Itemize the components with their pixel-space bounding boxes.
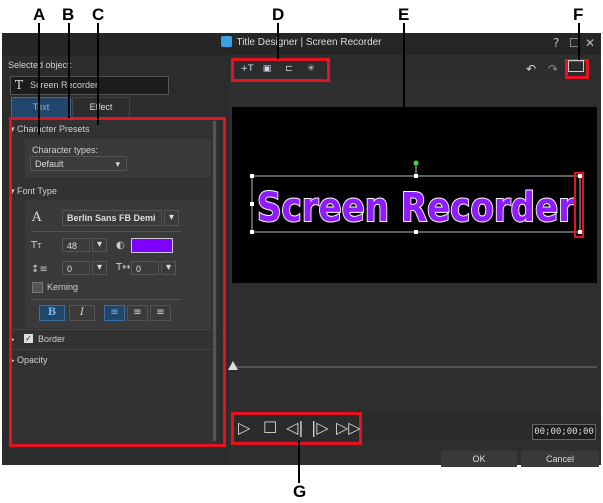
play-icon: ▷ bbox=[238, 418, 251, 437]
highlight-e-marker bbox=[574, 172, 584, 238]
callout-line-c bbox=[97, 23, 99, 125]
window-title-text: Title Designer | Screen Recorder bbox=[236, 37, 382, 48]
callout-f: F bbox=[573, 5, 584, 24]
undo-icon[interactable]: ↶ bbox=[522, 62, 540, 76]
text-object-icon: T bbox=[15, 78, 24, 92]
insert-particle-icon[interactable]: ⊏ bbox=[280, 62, 298, 76]
next-frame-button[interactable]: |▷ bbox=[311, 418, 329, 437]
callout-e: E bbox=[398, 5, 410, 24]
next-frame-icon: |▷ bbox=[311, 418, 329, 437]
callout-line-b bbox=[68, 23, 70, 118]
close-button[interactable]: ✕ bbox=[585, 36, 595, 50]
resize-handle[interactable] bbox=[250, 230, 254, 234]
tab-effect[interactable]: Effect bbox=[72, 97, 130, 118]
callout-c: C bbox=[92, 5, 105, 24]
callout-d: D bbox=[272, 5, 285, 24]
fast-forward-button[interactable]: ▷▷ bbox=[336, 418, 361, 437]
fast-forward-icon: ▷▷ bbox=[336, 418, 361, 437]
ok-button[interactable]: OK bbox=[441, 451, 517, 467]
app-logo-icon bbox=[221, 36, 233, 47]
title-text-object[interactable]: Screen Recorder bbox=[256, 184, 576, 232]
timeline-track[interactable] bbox=[232, 366, 597, 368]
callout-line-f bbox=[578, 23, 580, 60]
tab-text[interactable]: Text bbox=[11, 97, 71, 118]
resize-handle[interactable] bbox=[250, 202, 254, 206]
timecode-display[interactable]: 00;00;00;00 bbox=[532, 424, 596, 440]
play-button[interactable]: ▷ bbox=[238, 418, 250, 437]
redo-icon[interactable]: ↷ bbox=[544, 62, 562, 76]
callout-line-d bbox=[277, 23, 279, 59]
highlight-b-box bbox=[9, 117, 226, 447]
callout-line-a bbox=[38, 23, 40, 135]
rotate-handle[interactable] bbox=[413, 160, 419, 166]
selected-object-label: Selected object: bbox=[8, 60, 73, 70]
safe-zone-icon[interactable] bbox=[568, 60, 584, 72]
callout-a: A bbox=[33, 5, 46, 24]
insert-image-icon[interactable]: ▣ bbox=[258, 62, 276, 76]
resize-handle[interactable] bbox=[250, 174, 254, 178]
insert-text-icon[interactable]: +T bbox=[238, 62, 256, 76]
previous-frame-button[interactable]: ◁| bbox=[286, 418, 304, 437]
timeline-slider-handle[interactable] bbox=[228, 361, 238, 370]
callout-b: B bbox=[62, 5, 75, 24]
preview-window: Screen Recorder bbox=[232, 107, 597, 283]
window-title: Title Designer | Screen Recorder bbox=[2, 36, 601, 48]
selected-object-field[interactable]: T Screen Recorder bbox=[10, 76, 169, 95]
selected-object-value: Screen Recorder bbox=[30, 80, 99, 90]
resize-handle[interactable] bbox=[414, 174, 418, 178]
title-bar: Title Designer | Screen Recorder ? ☐ ✕ bbox=[2, 33, 601, 55]
stop-icon: ☐ bbox=[263, 418, 278, 437]
stop-button[interactable]: ☐ bbox=[263, 418, 277, 437]
preview-canvas: Screen Recorder bbox=[250, 160, 582, 234]
previous-frame-icon: ◁| bbox=[286, 418, 304, 437]
callout-line-e bbox=[403, 23, 405, 154]
callout-line-g bbox=[298, 440, 300, 483]
insert-effect-icon[interactable]: ✳ bbox=[302, 62, 320, 76]
cancel-button[interactable]: Cancel bbox=[521, 451, 599, 467]
callout-g: G bbox=[293, 482, 307, 501]
help-button[interactable]: ? bbox=[553, 36, 559, 50]
